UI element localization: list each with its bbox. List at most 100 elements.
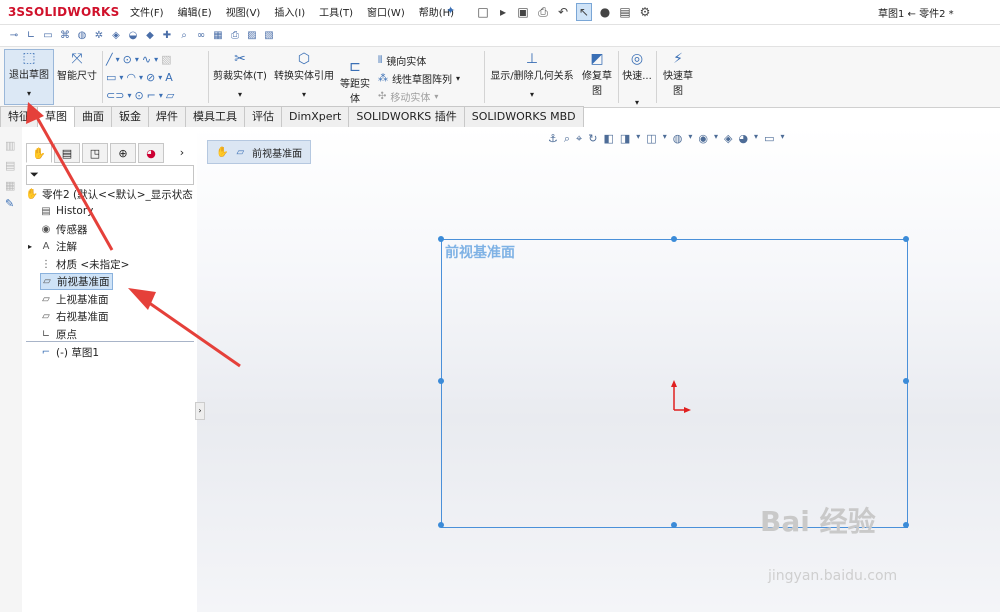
- addin-icon[interactable]: ✚: [161, 29, 173, 41]
- smart-dimension-button[interactable]: ⤧ 智能尺寸: [54, 51, 100, 82]
- line-icon[interactable]: ╱: [106, 53, 113, 66]
- key-icon[interactable]: ⊸: [8, 29, 20, 41]
- settings-icon[interactable]: ✲: [93, 29, 105, 41]
- plane-handle[interactable]: [671, 236, 677, 242]
- linear-pattern-button[interactable]: ⁂ 线性草图阵列 ▾: [378, 71, 460, 86]
- appearance-icon[interactable]: ◈: [724, 132, 732, 146]
- display-relations-button[interactable]: ⊥ 显示/删除几何关系 ▾: [488, 51, 576, 99]
- chevron-down-icon[interactable]: ▾: [154, 55, 158, 64]
- chevron-down-icon[interactable]: ▾: [780, 132, 784, 146]
- view-cube-icon[interactable]: ◫: [646, 132, 656, 146]
- options-gear-icon[interactable]: ⚙: [638, 4, 652, 20]
- display-style-icon[interactable]: ◍: [673, 132, 683, 146]
- menu-insert[interactable]: 插入(I): [272, 4, 307, 19]
- spline-icon[interactable]: ∿: [142, 53, 151, 66]
- relations-icon: ⊥: [525, 51, 539, 67]
- chevron-down-icon[interactable]: ▾: [688, 132, 692, 146]
- panel-collapse-handle[interactable]: ›: [195, 402, 205, 420]
- chevron-down-icon[interactable]: ▾: [434, 92, 438, 101]
- annotation-arrows: [26, 102, 241, 368]
- sketch-origin-icon: [671, 380, 691, 413]
- menu-view[interactable]: 视图(V): [224, 4, 263, 19]
- dynamic-annotation-icon[interactable]: ◨: [620, 132, 630, 146]
- convert-entities-button[interactable]: ⬡ 转换实体引用 ▾: [272, 51, 336, 99]
- menu-edit[interactable]: 编辑(E): [176, 4, 214, 19]
- tab-dimxpert[interactable]: DimXpert: [282, 106, 350, 128]
- angle-icon[interactable]: ∟: [25, 29, 37, 41]
- plane-handle[interactable]: [438, 236, 444, 242]
- circle-icon[interactable]: ⊙: [123, 53, 132, 66]
- plane-handle[interactable]: [903, 378, 909, 384]
- pin-icon[interactable]: ✦: [446, 4, 455, 17]
- chevron-down-icon[interactable]: ▾: [135, 55, 139, 64]
- binoculars-icon[interactable]: ∞: [195, 29, 207, 41]
- zoom-to-fit-icon[interactable]: ⌕: [564, 132, 570, 146]
- network-icon[interactable]: ⌘: [59, 29, 71, 41]
- file-properties-icon[interactable]: ▤: [618, 4, 632, 20]
- scene-icon[interactable]: ◕: [738, 132, 748, 146]
- offset-entities-button[interactable]: ⊏ 等距实体: [338, 59, 372, 105]
- surface-icon[interactable]: ▧: [161, 53, 171, 66]
- separator: [656, 51, 657, 103]
- polygon-icon[interactable]: ⊘: [146, 71, 155, 84]
- chevron-down-icon[interactable]: ▾: [159, 91, 163, 100]
- rectangle-icon[interactable]: ▭: [106, 71, 116, 84]
- solidworks-logo[interactable]: 3S SOLIDWORKS: [8, 4, 120, 20]
- plane-handle[interactable]: [903, 236, 909, 242]
- search-icon[interactable]: ⌕: [178, 29, 190, 41]
- cube-icon[interactable]: ◈: [110, 29, 122, 41]
- excel-icon[interactable]: ▦: [212, 29, 224, 41]
- plane-handle[interactable]: [671, 522, 677, 528]
- arc-icon[interactable]: ◠: [126, 71, 136, 84]
- hide-show-icon[interactable]: ◉: [698, 132, 708, 146]
- quick-snaps-button[interactable]: ◎ 快速... ▾: [620, 51, 654, 107]
- chevron-down-icon[interactable]: ▾: [663, 132, 667, 146]
- tab-addins[interactable]: SOLIDWORKS 插件: [349, 106, 465, 128]
- undo-icon[interactable]: ↶: [556, 4, 570, 20]
- print-icon[interactable]: ⎙: [536, 4, 550, 20]
- section-view-icon[interactable]: ◧: [603, 132, 613, 146]
- picture-icon[interactable]: ▨: [246, 29, 258, 41]
- mirror-entities-button[interactable]: ⫴ 镜向实体: [378, 53, 426, 68]
- menu-tools[interactable]: 工具(T): [317, 4, 355, 19]
- rapid-sketch-button[interactable]: ⚡ 快速草图: [660, 51, 696, 97]
- zoom-area-icon[interactable]: ⌖: [576, 132, 582, 146]
- chevron-down-icon[interactable]: ▾: [456, 74, 460, 83]
- monitor-icon[interactable]: ▭: [42, 29, 54, 41]
- linear-pattern-icon: ⁂: [378, 73, 388, 84]
- view-orientation-icon[interactable]: ⚓: [548, 132, 558, 146]
- monitor-icon[interactable]: ▭: [764, 132, 774, 146]
- rebuild-traffic-light-icon[interactable]: ●: [598, 4, 612, 20]
- trim-entities-button[interactable]: ✂ 剪裁实体(T) ▾: [212, 51, 268, 99]
- chevron-down-icon[interactable]: ▾: [27, 89, 31, 98]
- move-entities-button[interactable]: ✣ 移动实体 ▾: [378, 89, 438, 104]
- chevron-down-icon[interactable]: ▾: [754, 132, 758, 146]
- new-document-icon[interactable]: □: [476, 4, 490, 20]
- plane-handle[interactable]: [438, 378, 444, 384]
- chevron-down-icon[interactable]: ▾: [158, 73, 162, 82]
- exit-sketch-button[interactable]: ⬚ 退出草图 ▾: [4, 49, 54, 105]
- menu-window[interactable]: 窗口(W): [365, 4, 407, 19]
- plane-handle[interactable]: [438, 522, 444, 528]
- convert-label: 转换实体引用: [274, 71, 334, 82]
- select-pointer-icon[interactable]: ↖: [576, 3, 592, 21]
- chevron-down-icon[interactable]: ▾: [714, 132, 718, 146]
- open-folder-icon[interactable]: ▸: [496, 4, 510, 20]
- printer-icon[interactable]: ⎙: [229, 29, 241, 41]
- globe-icon[interactable]: ◍: [76, 29, 88, 41]
- chevron-down-icon[interactable]: ▾: [636, 132, 640, 146]
- repair-sketch-button[interactable]: ◩ 修复草图: [578, 51, 616, 97]
- bowl-icon[interactable]: ◒: [127, 29, 139, 41]
- report-icon[interactable]: ▧: [263, 29, 275, 41]
- chevron-down-icon[interactable]: ▾: [119, 73, 123, 82]
- shield-icon[interactable]: ◆: [144, 29, 156, 41]
- save-icon[interactable]: ▣: [516, 4, 530, 20]
- chevron-down-icon[interactable]: ▾: [139, 73, 143, 82]
- menu-file[interactable]: 文件(F): [128, 4, 166, 19]
- chevron-down-icon[interactable]: ▾: [127, 91, 131, 100]
- text-icon[interactable]: A: [165, 71, 173, 84]
- plane-handle[interactable]: [903, 522, 909, 528]
- previous-view-icon[interactable]: ↻: [588, 132, 597, 146]
- tab-mbd[interactable]: SOLIDWORKS MBD: [464, 106, 584, 128]
- chevron-down-icon[interactable]: ▾: [116, 55, 120, 64]
